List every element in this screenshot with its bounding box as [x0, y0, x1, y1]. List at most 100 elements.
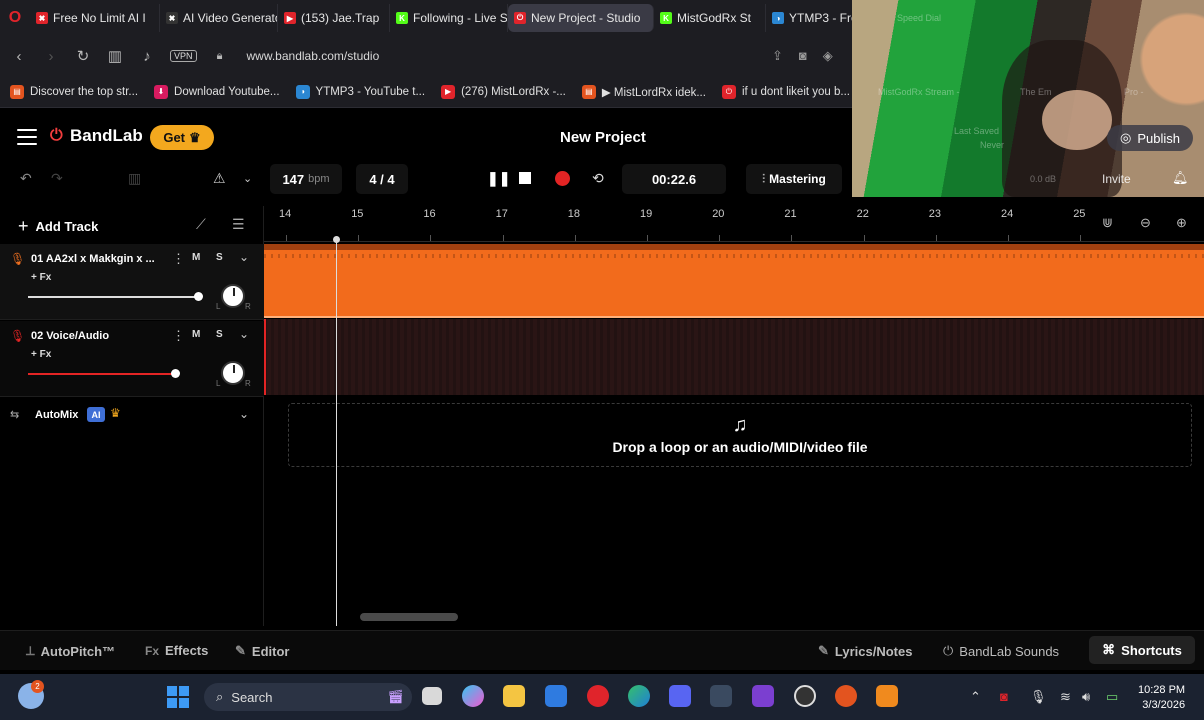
browser-tab[interactable]: ✖ AI Video Generato [160, 4, 278, 32]
volume-slider-thumb[interactable] [194, 292, 203, 301]
browser-tab[interactable]: K Following - Live St [390, 4, 508, 32]
add-fx-button[interactable]: + Fx [31, 272, 51, 283]
timeline-ruler[interactable]: ⋓ ⊖ ⊕ 14 15 16 17 18 19 20 21 22 23 24 25 [264, 206, 1204, 242]
playhead-handle[interactable] [333, 236, 340, 243]
discord-icon[interactable] [669, 685, 691, 707]
vpn-badge[interactable]: VPN [170, 50, 197, 62]
keyboard-icon[interactable]: ▥ [128, 170, 141, 187]
pan-knob[interactable] [221, 284, 245, 308]
volume-slider-thumb[interactable] [171, 369, 180, 378]
mastering-button[interactable]: ⫶ Mastering [746, 164, 842, 194]
browser-tab[interactable]: ◑YTMP3 - Free Yo [766, 4, 866, 32]
volume-slider[interactable] [28, 296, 198, 298]
bell-icon[interactable]: 🔔︎ [1172, 170, 1189, 186]
pan-knob[interactable] [221, 361, 245, 385]
menu-icon[interactable] [17, 129, 37, 145]
chevron-up-icon[interactable]: ⌃ [970, 689, 981, 705]
track-1[interactable]: 🎙︎ 01 AA2xl x Makkgin x ... ⋮ M S ⌄ + Fx… [0, 244, 264, 320]
volume-icon[interactable]: 🔊︎ [1082, 689, 1090, 705]
mail-icon[interactable] [545, 685, 567, 707]
taskbar-clock[interactable]: 10:28 PM 3/3/2026 [1138, 683, 1185, 713]
taskbar-search[interactable]: ⌕ Search 🎬︎ [204, 683, 412, 711]
redo-icon[interactable]: ↷ [51, 170, 63, 187]
browser-tab[interactable]: K MistGodRx St [654, 4, 766, 32]
mic-icon[interactable]: 🎙︎ [10, 329, 25, 343]
forward-icon[interactable]: › [42, 48, 60, 65]
mic-icon[interactable]: 🎙︎ [10, 252, 25, 266]
add-fx-button[interactable]: + Fx [31, 349, 51, 360]
solo-button[interactable]: S [216, 252, 223, 263]
horizontal-scrollbar[interactable] [360, 613, 458, 621]
bookmark-item[interactable]: ⏻ if u dont likeit you b... [721, 84, 850, 99]
battery-icon[interactable]: ▭ [1106, 689, 1118, 705]
chevron-down-icon[interactable]: ⌄ [239, 250, 249, 264]
get-membership-button[interactable]: Get ♛ [150, 125, 214, 150]
pause-icon[interactable]: ❚❚ [487, 170, 510, 187]
add-track-button[interactable]: + Add Track [18, 216, 98, 237]
browser-tab[interactable]: ✖ Free No Limit AI I [30, 4, 160, 32]
reader-icon[interactable]: ▥ [106, 47, 124, 65]
mute-button[interactable]: M [192, 252, 200, 263]
editor-button[interactable]: ✎ Editor [235, 643, 289, 659]
autopitch-button[interactable]: ⟂ AutoPitch™ [26, 643, 115, 659]
zoom-in-icon[interactable]: ⊕ [1176, 215, 1187, 231]
chevron-down-icon[interactable]: ⌄ [239, 407, 249, 421]
tuner-icon[interactable]: ⟋ [196, 216, 206, 233]
automix-row[interactable]: ⇆ AutoMix AI ♛ ⌄ [0, 402, 264, 430]
undo-icon[interactable]: ↶ [20, 170, 32, 187]
windows-start-icon[interactable] [167, 686, 189, 708]
volume-slider[interactable] [28, 373, 175, 375]
project-title[interactable]: New Project [560, 129, 646, 146]
camera-icon[interactable] [710, 685, 732, 707]
obs-icon[interactable] [794, 685, 816, 707]
shield-icon[interactable]: ◈ [823, 48, 833, 64]
opera-icon[interactable] [587, 685, 609, 707]
loop-icon[interactable]: ⟲ [592, 170, 604, 187]
bookmark-item[interactable]: ⬇ Download Youtube... [154, 84, 280, 99]
lyrics-notes-button[interactable]: ✎ Lyrics/Notes [818, 643, 912, 659]
bandlab-sounds-button[interactable]: ⏻ BandLab Sounds [943, 643, 1059, 659]
track-menu-icon[interactable]: ⋮ [172, 251, 185, 267]
camera-icon[interactable]: ◙ [799, 48, 807, 64]
drop-zone[interactable]: ♫ Drop a loop or an audio/MIDI/video fil… [288, 403, 1192, 467]
record-button[interactable] [555, 171, 570, 186]
stop-icon[interactable] [519, 172, 531, 184]
folder-icon[interactable] [503, 685, 525, 707]
ccleaner-icon[interactable] [835, 685, 857, 707]
track-2-lane[interactable] [264, 319, 1204, 395]
wifi-icon[interactable]: ≋ [1060, 689, 1071, 705]
track-name[interactable]: 01 AA2xl x Makkgin x ... [31, 253, 163, 265]
shortcuts-button[interactable]: ⌘ Shortcuts [1089, 636, 1195, 664]
metronome-icon[interactable]: ⚠ [213, 170, 226, 187]
bookmark-item[interactable]: ▤ ▶ MistLordRx idek... [581, 84, 706, 99]
time-signature-field[interactable]: 4 / 4 [356, 164, 408, 194]
zoom-out-icon[interactable]: ⊖ [1140, 215, 1151, 231]
invite-button[interactable]: Invite [1102, 172, 1131, 186]
mic-icon[interactable]: ♪ [138, 48, 156, 65]
reload-icon[interactable]: ↻ [74, 47, 92, 65]
chevron-down-icon[interactable]: ⌄ [239, 327, 249, 341]
bookmark-item[interactable]: ▤ Discover the top str... [10, 84, 138, 99]
share-icon[interactable]: ⇪ [772, 48, 783, 64]
browser-tab[interactable]: ▶ (153) Jae.Trap [278, 4, 390, 32]
edge-icon[interactable] [628, 685, 650, 707]
track-name[interactable]: 02 Voice/Audio [31, 330, 163, 342]
track-2[interactable]: 🎙︎ 02 Voice/Audio ⋮ M S ⌄ + Fx L R [0, 321, 264, 397]
browser-tab[interactable]: ⏻ New Project - Studio [508, 4, 654, 32]
tempo-field[interactable]: 147 bpm [270, 164, 342, 194]
copilot-icon[interactable] [462, 685, 484, 707]
mic-tray-icon[interactable]: 🎙︎ [1030, 689, 1047, 705]
fl-studio-icon[interactable] [876, 685, 898, 707]
magnet-icon[interactable]: ⋓ [1102, 215, 1113, 231]
discord-tray-icon[interactable]: ◙ [1000, 689, 1008, 704]
video-editor-icon[interactable] [752, 685, 774, 707]
back-icon[interactable]: ‹ [10, 48, 28, 65]
playhead[interactable] [336, 238, 337, 626]
mixer-icon[interactable]: ☰ [232, 216, 245, 233]
bandlab-logo[interactable]: ⏻ BandLab [50, 126, 143, 146]
track-menu-icon[interactable]: ⋮ [172, 328, 185, 344]
metronome-dropdown-icon[interactable]: ⌄ [243, 172, 252, 185]
mute-button[interactable]: M [192, 329, 200, 340]
publish-button[interactable]: ◎ Publish [1107, 125, 1193, 151]
solo-button[interactable]: S [216, 329, 223, 340]
